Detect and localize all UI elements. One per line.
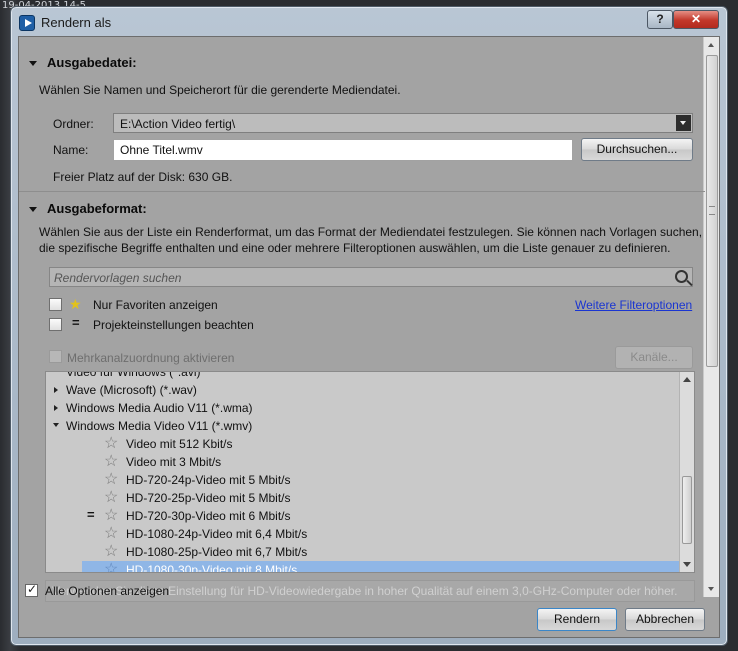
multichannel-checkbox[interactable] (49, 350, 62, 363)
show-all-options-label: Alle Optionen anzeigen (45, 584, 170, 598)
favorite-star-icon[interactable]: ☆ (104, 453, 118, 470)
window-title: Rendern als (41, 15, 112, 30)
dialog-scrollbar[interactable] (703, 37, 719, 597)
project-settings-checkbox[interactable] (49, 318, 62, 331)
output-format-heading: Ausgabeformat: (47, 201, 147, 216)
template-row[interactable]: = ☆ HD-720-30p-Video mit 6 Mbit/s (46, 507, 679, 525)
expand-icon[interactable] (54, 405, 58, 411)
folder-value: E:\Action Video fertig\ (120, 117, 236, 131)
tree-scrollbar-thumb[interactable] (682, 476, 692, 544)
favorite-star-icon[interactable]: ☆ (104, 435, 118, 452)
app-icon (19, 15, 35, 31)
help-button[interactable]: ? (647, 10, 673, 29)
cancel-button[interactable]: Abbrechen (625, 608, 705, 631)
expand-icon[interactable] (54, 387, 58, 393)
collapse-icon[interactable] (29, 61, 37, 67)
project-settings-label: Projekteinstellungen beachten (93, 318, 254, 332)
template-search-input[interactable]: Rendervorlagen suchen (49, 267, 693, 287)
favorite-star-icon[interactable]: ☆ (104, 471, 118, 488)
scrollbar-thumb[interactable] (706, 55, 718, 367)
scroll-up-icon[interactable] (704, 37, 719, 53)
favorite-star-icon[interactable]: ☆ (104, 489, 118, 506)
scroll-up-icon[interactable] (683, 377, 691, 382)
dialog-content: Ausgabedatei: Wählen Sie Namen und Speic… (18, 36, 720, 638)
output-file-heading: Ausgabedatei: (47, 55, 137, 70)
favorite-star-icon[interactable]: ☆ (104, 507, 118, 524)
folder-label: Ordner: (53, 117, 94, 131)
project-match-icon: = (87, 507, 95, 522)
name-input[interactable] (113, 139, 573, 161)
tree-row-partial[interactable]: Video für Windows (*.avi) (46, 372, 679, 381)
scroll-down-icon[interactable] (704, 581, 719, 597)
dropdown-arrow-icon[interactable] (676, 115, 691, 131)
output-file-description: Wählen Sie Namen und Speicherort für die… (39, 83, 401, 97)
template-row[interactable]: ☆ HD-1080-25p-Video mit 6,7 Mbit/s (46, 543, 679, 561)
close-button[interactable]: ✕ (673, 10, 719, 29)
more-filters-link[interactable]: Weitere Filteroptionen (575, 298, 692, 312)
template-row[interactable]: ☆ Video mit 512 Kbit/s (46, 435, 679, 453)
scroll-down-icon[interactable] (683, 562, 691, 567)
template-row[interactable]: ☆ HD-1080-24p-Video mit 6,4 Mbit/s (46, 525, 679, 543)
output-format-header[interactable]: Ausgabeformat: (29, 201, 147, 216)
output-format-description-1: Wählen Sie aus der Liste ein Renderforma… (39, 225, 703, 239)
tree-group-wma[interactable]: Windows Media Audio V11 (*.wma) (46, 399, 679, 417)
favorites-checkbox[interactable] (49, 298, 62, 311)
show-all-options-checkbox[interactable] (25, 582, 38, 597)
channels-button[interactable]: Kanäle... (615, 346, 693, 369)
multichannel-label: Mehrkanalzuordnung aktivieren (67, 351, 235, 365)
render-as-dialog: Rendern als ? ✕ Ausgabedatei: Wählen Sie… (10, 6, 728, 646)
render-button[interactable]: Rendern (537, 608, 617, 631)
favorite-star-icon[interactable]: ☆ (104, 525, 118, 542)
folder-select[interactable]: E:\Action Video fertig\ (113, 113, 693, 133)
template-row[interactable]: ☆ Video mit 3 Mbit/s (46, 453, 679, 471)
tree-scrollbar[interactable] (679, 372, 694, 572)
output-format-description-2: die spezifische Begriffe enthalten und e… (39, 241, 671, 255)
name-label: Name: (53, 143, 89, 157)
title-bar[interactable]: Rendern als ? ✕ (11, 7, 727, 37)
favorites-label: Nur Favoriten anzeigen (93, 298, 218, 312)
favorite-star-icon: ★ (69, 296, 82, 312)
template-row[interactable]: ☆ HD-720-25p-Video mit 5 Mbit/s (46, 489, 679, 507)
equals-icon: = (72, 315, 80, 330)
render-template-tree[interactable]: Video für Windows (*.avi) Wave (Microsof… (45, 371, 695, 573)
template-row-selected[interactable]: ☆ HD-1080-30p-Video mit 8 Mbit/s (82, 561, 679, 572)
collapse-icon[interactable] (29, 207, 37, 213)
tree-group-wmv[interactable]: Windows Media Video V11 (*.wmv) (46, 417, 679, 435)
browse-button[interactable]: Durchsuchen... (581, 138, 693, 161)
template-row[interactable]: ☆ HD-720-24p-Video mit 5 Mbit/s (46, 471, 679, 489)
section-divider (19, 191, 705, 192)
favorite-star-icon[interactable]: ☆ (104, 561, 118, 572)
search-placeholder: Rendervorlagen suchen (54, 271, 182, 285)
free-space-text: Freier Platz auf der Disk: 630 GB. (53, 170, 233, 184)
output-file-header[interactable]: Ausgabedatei: (29, 55, 137, 70)
collapse-icon[interactable] (53, 423, 59, 427)
tree-group-wave[interactable]: Wave (Microsoft) (*.wav) (46, 381, 679, 399)
favorite-star-icon[interactable]: ☆ (104, 543, 118, 560)
search-icon[interactable] (675, 270, 688, 283)
